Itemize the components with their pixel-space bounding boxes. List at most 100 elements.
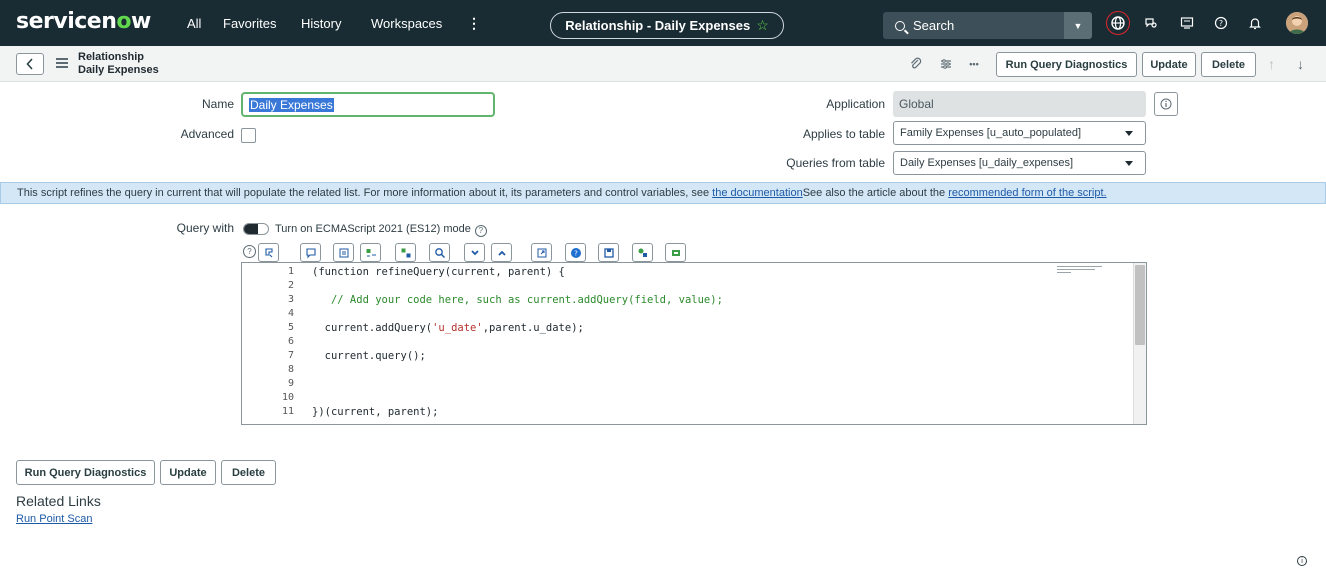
advanced-label: Advanced: [180, 127, 234, 141]
editor-help-icon[interactable]: ?: [243, 245, 256, 258]
screen-icon[interactable]: [1178, 14, 1196, 32]
editor-scrollbar[interactable]: [1133, 263, 1146, 424]
es12-toggle-label: Turn on ECMAScript 2021 (ES12) mode?: [275, 222, 487, 237]
script-help-icon[interactable]: ?: [565, 243, 586, 262]
code-line[interactable]: (function refineQuery(current, parent) {: [312, 266, 565, 278]
applies-to-table-label: Applies to table: [802, 127, 885, 141]
svg-text:?: ?: [1219, 19, 1223, 28]
fullscreen-icon[interactable]: [531, 243, 552, 262]
line-number-gutter: 1 2 3 4 5 6 7 8 9 10 11: [242, 263, 302, 424]
script-tracer-icon[interactable]: [665, 243, 686, 262]
nav-all[interactable]: All: [187, 16, 201, 32]
context-title-pill[interactable]: Relationship - Daily Expenses ☆: [550, 12, 784, 39]
form-header: Relationship Daily Expenses ••• Run Quer…: [0, 46, 1326, 82]
documentation-link[interactable]: the documentation: [712, 187, 803, 199]
line-number: 7: [287, 350, 294, 361]
line-number: 10: [281, 392, 294, 403]
script-debugger-icon[interactable]: [632, 243, 653, 262]
line-number: 3: [287, 294, 294, 305]
svg-text:?: ?: [574, 249, 578, 257]
chevron-down-icon: [1125, 161, 1133, 166]
search-icon[interactable]: [429, 243, 450, 262]
search-icon: [895, 20, 905, 31]
queries-from-table-label: Queries from table: [786, 156, 885, 170]
next-record-icon[interactable]: ↓: [1297, 56, 1304, 72]
code-line[interactable]: current.addQuery('u_date',parent.u_date)…: [312, 322, 584, 334]
help-icon[interactable]: ?: [474, 225, 487, 237]
context-title: Relationship - Daily Expenses: [565, 18, 751, 33]
update-button-bottom[interactable]: Update: [160, 460, 216, 485]
delete-button-bottom[interactable]: Delete: [221, 460, 276, 485]
find-next-icon[interactable]: [464, 243, 485, 262]
back-button[interactable]: [16, 53, 44, 75]
info-banner: This script refines the query in current…: [0, 182, 1326, 204]
nav-favorites[interactable]: Favorites: [223, 16, 276, 32]
line-number: 6: [287, 336, 294, 347]
code-minimap[interactable]: [1057, 266, 1102, 280]
applies-to-table-select[interactable]: Family Expenses [u_auto_populated]: [893, 121, 1146, 145]
name-field[interactable]: Daily Expenses: [241, 92, 495, 117]
replace-all-icon[interactable]: [395, 243, 416, 262]
banner-text-2: See also the article about the: [802, 187, 946, 199]
comment-icon[interactable]: [300, 243, 321, 262]
code-line[interactable]: // Add your code here, such as current.a…: [312, 294, 723, 306]
chevron-down-icon: [1125, 131, 1133, 136]
record-type-label: Relationship: [78, 51, 145, 63]
line-number: 11: [281, 406, 294, 417]
page-info-icon[interactable]: i: [1297, 556, 1307, 566]
queries-from-table-select[interactable]: Daily Expenses [u_daily_expenses]: [893, 151, 1146, 175]
applies-to-table-value: Family Expenses [u_auto_populated]: [900, 127, 1082, 139]
star-icon[interactable]: ☆: [756, 17, 769, 34]
application-value: Global: [899, 97, 934, 111]
previous-record-icon[interactable]: ↑: [1268, 56, 1275, 72]
avatar[interactable]: [1286, 12, 1308, 34]
recommended-form-link[interactable]: recommended form of the script.: [948, 187, 1106, 199]
application-field: Global: [893, 91, 1146, 117]
format-code-icon[interactable]: [333, 243, 354, 262]
name-field-value: Daily Expenses: [249, 97, 334, 112]
servicenow-logo[interactable]: servicenow: [16, 10, 151, 34]
run-query-diagnostics-button[interactable]: Run Query Diagnostics: [996, 52, 1137, 77]
top-navigation: servicenow All Favorites History Workspa…: [0, 0, 1326, 46]
chat-search-icon[interactable]: [1142, 14, 1160, 32]
nav-workspaces[interactable]: Workspaces: [371, 16, 442, 32]
bell-icon[interactable]: [1246, 14, 1264, 32]
script-editor[interactable]: 1 2 3 4 5 6 7 8 9 10 11 (function refine…: [241, 262, 1147, 425]
find-previous-icon[interactable]: [491, 243, 512, 262]
line-number: 8: [287, 364, 294, 375]
line-number: 5: [287, 322, 294, 333]
run-query-diagnostics-button-bottom[interactable]: Run Query Diagnostics: [16, 460, 155, 485]
search-input[interactable]: [913, 18, 1063, 33]
query-with-label: Query with: [176, 221, 234, 235]
record-name-label: Daily Expenses: [78, 64, 159, 76]
code-line[interactable]: current.query();: [312, 350, 426, 362]
hamburger-icon[interactable]: [56, 58, 68, 68]
toggle-syntax-icon[interactable]: [258, 243, 279, 262]
nav-more-icon[interactable]: ⋮: [467, 15, 481, 32]
more-options-icon[interactable]: •••: [966, 56, 982, 72]
nav-history[interactable]: History: [301, 16, 341, 32]
es12-toggle[interactable]: [243, 223, 269, 235]
line-number: 4: [287, 308, 294, 319]
application-label: Application: [826, 97, 885, 111]
settings-sliders-icon[interactable]: [938, 56, 954, 72]
search-dropdown-icon[interactable]: ▼: [1064, 12, 1092, 39]
help-icon[interactable]: ?: [1212, 14, 1230, 32]
line-number: 2: [287, 280, 294, 291]
save-icon[interactable]: [598, 243, 619, 262]
code-line[interactable]: })(current, parent);: [312, 406, 438, 418]
advanced-checkbox[interactable]: [241, 128, 256, 143]
info-icon[interactable]: [1154, 92, 1178, 116]
record-title: Relationship Daily Expenses: [78, 51, 159, 77]
globe-icon[interactable]: [1106, 11, 1130, 35]
code-comment: // Add your code here, such as current.a…: [312, 294, 723, 306]
update-button[interactable]: Update: [1142, 52, 1196, 77]
replace-icon[interactable]: [360, 243, 381, 262]
name-label: Name: [201, 97, 234, 111]
run-point-scan-link[interactable]: Run Point Scan: [16, 513, 92, 525]
scrollbar-thumb[interactable]: [1135, 265, 1145, 345]
paperclip-icon[interactable]: [908, 56, 924, 72]
line-number: 9: [287, 378, 294, 389]
global-search[interactable]: ▼: [883, 12, 1092, 39]
delete-button[interactable]: Delete: [1201, 52, 1256, 77]
